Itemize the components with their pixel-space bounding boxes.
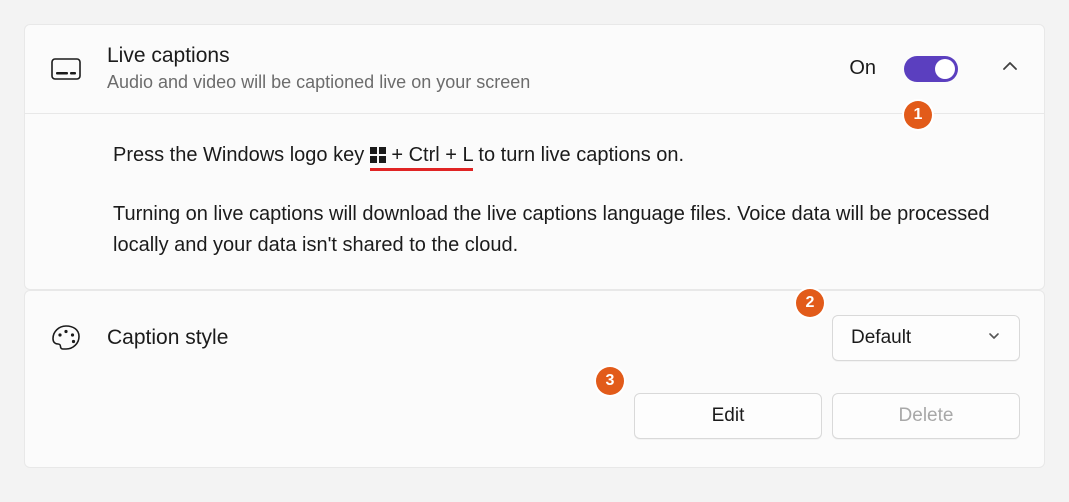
live-captions-body: Press the Windows logo key + Ctrl + L to… bbox=[25, 114, 1044, 289]
annotation-badge-1: 1 bbox=[904, 101, 932, 129]
windows-logo-icon bbox=[370, 142, 386, 173]
chevron-down-icon bbox=[987, 327, 1001, 349]
live-captions-card: Live captions Audio and video will be ca… bbox=[24, 24, 1045, 290]
live-captions-subtitle: Audio and video will be captioned live o… bbox=[107, 71, 825, 94]
annotation-badge-2: 2 bbox=[796, 289, 824, 317]
download-note: Turning on live captions will download t… bbox=[113, 199, 1016, 261]
shortcut-suffix: to turn live captions on. bbox=[473, 144, 684, 166]
shortcut-prefix: Press the Windows logo key bbox=[113, 144, 370, 166]
caption-style-card: 2 3 Caption style Default bbox=[24, 290, 1045, 468]
toggle-state-label: On bbox=[849, 57, 876, 80]
live-captions-header: Live captions Audio and video will be ca… bbox=[25, 25, 1044, 114]
live-captions-title: Live captions bbox=[107, 43, 825, 69]
edit-button[interactable]: Edit bbox=[634, 393, 822, 439]
delete-button: Delete bbox=[832, 393, 1020, 439]
caption-style-select[interactable]: Default bbox=[832, 315, 1020, 361]
palette-icon bbox=[49, 324, 83, 352]
shortcut-instruction: Press the Windows logo key + Ctrl + L to… bbox=[113, 140, 1016, 173]
shortcut-keys: + Ctrl + L bbox=[386, 144, 473, 166]
live-captions-toggle[interactable] bbox=[904, 56, 958, 82]
captions-icon bbox=[49, 58, 83, 80]
expand-collapse-chevron[interactable] bbox=[1000, 56, 1020, 81]
keyboard-shortcut: + Ctrl + L bbox=[370, 144, 473, 171]
annotation-badge-3: 3 bbox=[596, 367, 624, 395]
caption-style-selected-value: Default bbox=[851, 327, 911, 349]
caption-style-label: Caption style bbox=[107, 326, 808, 350]
